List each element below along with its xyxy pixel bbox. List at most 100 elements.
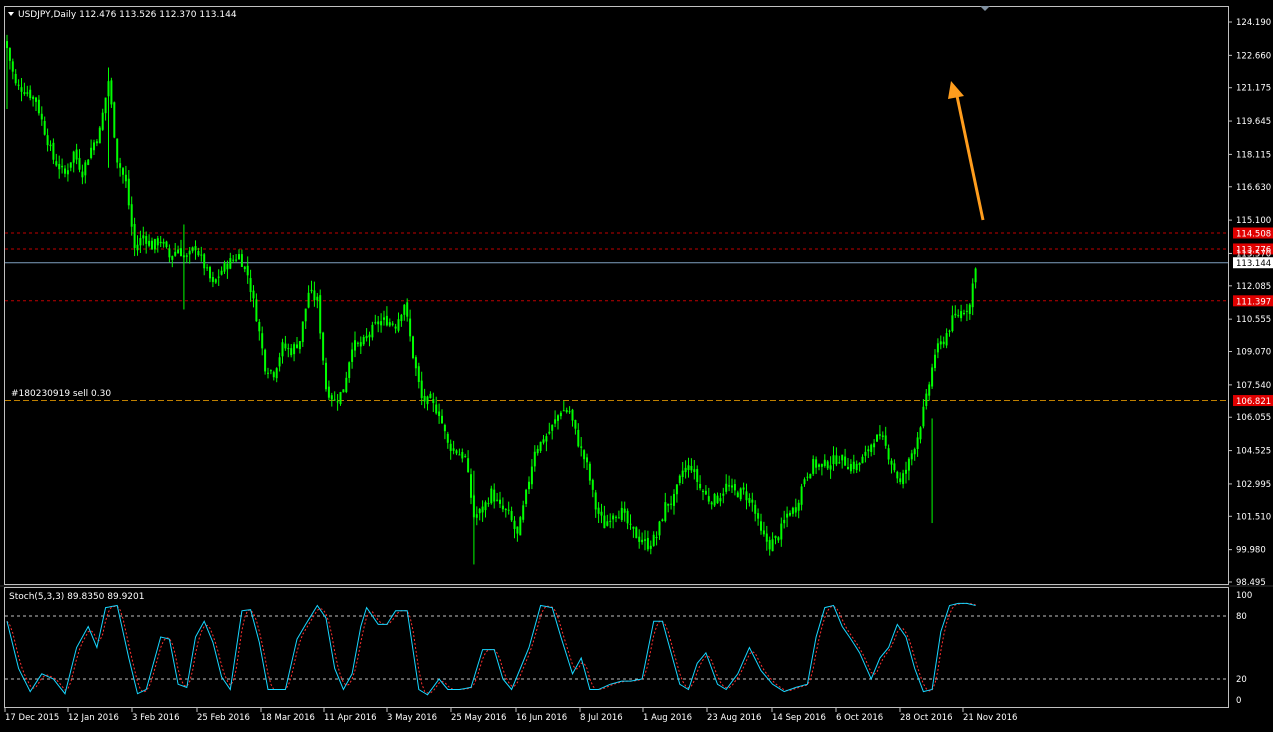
candle-body xyxy=(412,336,414,358)
candle-body xyxy=(336,401,339,403)
candle-body xyxy=(432,399,435,403)
candle-body xyxy=(499,499,501,504)
candle-body xyxy=(449,443,452,451)
candle-body xyxy=(58,164,61,170)
price-tick-label: 119.645 xyxy=(1236,117,1271,127)
candle-body xyxy=(481,506,484,513)
candle-body xyxy=(733,484,736,491)
time-tick-label: 14 Sep 2016 xyxy=(772,713,826,723)
candle-body xyxy=(786,513,789,518)
time-tick-label: 3 Feb 2016 xyxy=(132,713,180,723)
candle-body xyxy=(151,240,153,250)
price-tick-label: 115.100 xyxy=(1236,216,1271,226)
candle-body xyxy=(728,485,731,487)
candle-body xyxy=(832,455,835,465)
price-tick-label: 113.570 xyxy=(1236,249,1271,259)
candle-body xyxy=(896,471,899,479)
candle-body xyxy=(264,349,267,372)
candle-body xyxy=(490,488,493,504)
time-tick-label: 8 Jul 2016 xyxy=(580,713,623,723)
time-tick-label: 6 Oct 2016 xyxy=(836,713,883,723)
candle-body xyxy=(278,357,281,367)
candle-body xyxy=(98,127,101,144)
candle-body xyxy=(49,144,52,147)
candle-body xyxy=(61,165,64,168)
candle-body xyxy=(238,254,240,260)
candle-body xyxy=(325,362,327,390)
candle-body xyxy=(820,464,823,467)
candle-body xyxy=(742,487,745,490)
stoch-axis: 100 80 20 0 xyxy=(1236,591,1252,706)
candle-body xyxy=(780,523,783,540)
candle-body xyxy=(304,308,307,322)
candle-body xyxy=(104,97,107,114)
candle-body xyxy=(313,290,316,301)
chart-shift-marker-icon[interactable] xyxy=(980,6,990,11)
symbol-dropdown-icon[interactable] xyxy=(8,12,14,16)
chart-canvas[interactable]: USDJPY,Daily 112.476 113.526 112.370 113… xyxy=(0,0,1273,728)
candle-body xyxy=(174,251,177,256)
candle-body xyxy=(354,340,356,351)
candle-body xyxy=(35,97,37,102)
candle-body xyxy=(351,349,354,362)
candle-body xyxy=(841,454,844,461)
stoch-tick-label: 0 xyxy=(1236,696,1241,706)
candle-body xyxy=(878,434,881,436)
candle-body xyxy=(899,478,902,483)
candle-body xyxy=(893,463,896,471)
candle-body xyxy=(501,505,504,510)
candle-body xyxy=(443,424,446,432)
stoch-header: Stoch(5,3,3) 89.8350 89.9201 xyxy=(9,592,144,602)
stoch-tick-label: 80 xyxy=(1236,612,1247,622)
candle-body xyxy=(75,149,78,160)
candle-body xyxy=(377,321,380,325)
candle-body xyxy=(797,502,800,511)
candle-body xyxy=(441,415,443,424)
candle-body xyxy=(594,492,597,510)
candle-body xyxy=(696,468,699,482)
candle-body xyxy=(942,341,945,345)
candle-body xyxy=(681,470,684,478)
price-tick-label: 104.525 xyxy=(1236,447,1271,457)
candle-body xyxy=(235,259,238,261)
price-tick-label: 112.085 xyxy=(1236,282,1271,292)
candle-body xyxy=(101,112,104,130)
candle-body xyxy=(191,247,194,252)
candle-body xyxy=(890,460,893,465)
candle-body xyxy=(704,490,707,495)
chart-window[interactable]: USDJPY,Daily 112.476 113.526 112.370 113… xyxy=(0,0,1273,728)
candle-body xyxy=(423,395,426,402)
time-tick-label: 25 May 2016 xyxy=(451,713,506,723)
candle-body xyxy=(252,290,255,299)
candle-body xyxy=(673,494,675,506)
candle-body xyxy=(855,463,858,471)
candle-body xyxy=(748,497,751,503)
candle-body xyxy=(545,436,548,442)
candle-body xyxy=(870,444,873,453)
candle-body xyxy=(290,348,293,356)
price-tick-label: 121.175 xyxy=(1236,84,1271,94)
candle-body xyxy=(571,409,574,421)
candle-body xyxy=(536,448,539,454)
time-axis: 17 Dec 2015 12 Jan 2016 3 Feb 2016 25 Feb 2… xyxy=(4,708,1017,723)
candle-body xyxy=(551,424,554,431)
candle-body xyxy=(417,366,420,382)
candle-body xyxy=(963,313,965,315)
candle-body xyxy=(699,483,702,489)
candle-body xyxy=(127,178,130,206)
candle-body xyxy=(229,258,232,269)
candle-body xyxy=(542,439,545,443)
candle-body xyxy=(307,292,310,308)
candle-body xyxy=(939,341,942,345)
candle-body xyxy=(800,486,803,505)
candle-body xyxy=(554,419,557,424)
candle-body xyxy=(46,135,49,146)
candle-body xyxy=(14,73,17,84)
candle-body xyxy=(37,99,40,114)
candle-body xyxy=(629,523,632,525)
candle-body xyxy=(246,265,249,276)
candle-body xyxy=(159,241,162,244)
candle-body xyxy=(960,311,963,319)
candle-body xyxy=(90,147,93,158)
candle-body xyxy=(838,462,841,464)
